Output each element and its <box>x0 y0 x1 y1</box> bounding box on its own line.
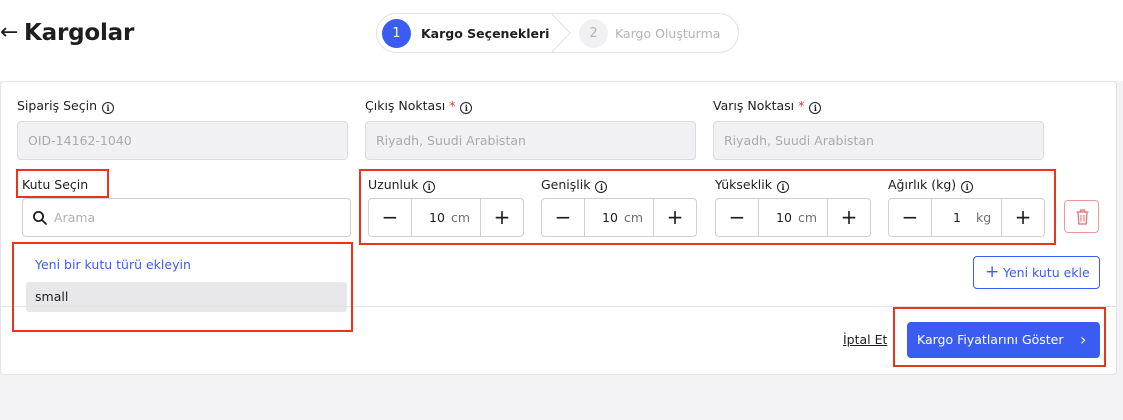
box-search-input[interactable]: Arama <box>22 198 351 237</box>
cancel-link[interactable]: İptal Et <box>843 331 887 349</box>
destination-field[interactable]: Riyadh, Suudi Arabistan <box>713 121 1044 160</box>
highlight-dimensions <box>359 169 1056 245</box>
delete-box-button[interactable] <box>1064 200 1099 233</box>
add-new-box-button[interactable]: + Yeni kutu ekle <box>973 256 1100 289</box>
search-placeholder: Arama <box>54 210 96 225</box>
search-icon <box>33 211 47 225</box>
origin-field[interactable]: Riyadh, Suudi Arabistan <box>365 121 696 160</box>
order-label: Sipariş Seçin i <box>17 97 114 115</box>
step-separator-icon <box>550 13 571 53</box>
info-icon[interactable]: i <box>460 102 473 114</box>
info-icon[interactable]: i <box>102 102 114 114</box>
step-label: Kargo Seçenekleri <box>421 26 550 41</box>
origin-label: Çıkış Noktası * i <box>365 97 473 115</box>
arrow-left-icon[interactable]: ← <box>0 19 18 47</box>
order-field[interactable]: OID-14162-1040 <box>17 121 348 160</box>
page-title: Kargolar <box>24 20 135 46</box>
info-icon[interactable]: i <box>809 102 822 114</box>
highlight-box-label <box>16 169 109 198</box>
step-number: 1 <box>382 19 411 48</box>
step-number: 2 <box>579 19 608 48</box>
plus-icon: + <box>985 262 1000 282</box>
trash-icon <box>1076 209 1089 225</box>
add-new-box-label: Yeni kutu ekle <box>1003 265 1090 280</box>
highlight-dropdown <box>12 242 353 332</box>
destination-label: Varış Noktası * i <box>713 97 822 115</box>
highlight-submit <box>893 307 1106 367</box>
progress-stepper: 1 Kargo Seçenekleri 2 Kargo Oluşturma <box>376 13 739 53</box>
step-label: Kargo Oluşturma <box>615 26 721 41</box>
top-bar: ← Kargolar 1 Kargo Seçenekleri 2 Kargo O… <box>0 0 1123 81</box>
